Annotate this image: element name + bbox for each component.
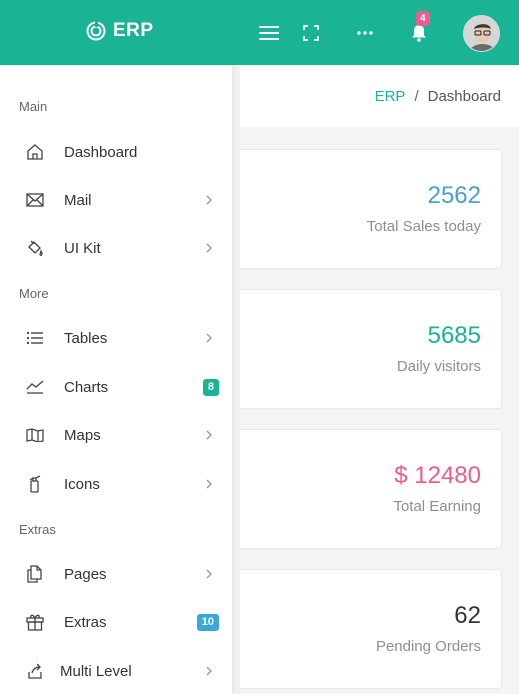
sidebar-item-pages[interactable]: Pages bbox=[0, 554, 232, 594]
stat-value: 62 bbox=[454, 602, 481, 629]
stat-value: 5685 bbox=[427, 322, 481, 349]
stat-card-pending-orders: 62 Pending Orders bbox=[200, 569, 502, 689]
gift-icon bbox=[25, 612, 45, 632]
chevron-right-icon bbox=[206, 243, 216, 253]
section-title-main: Main bbox=[19, 99, 48, 114]
sidebar-item-label: Dashboard bbox=[64, 143, 138, 161]
line-chart-icon bbox=[25, 377, 45, 397]
breadcrumb-link-erp[interactable]: ERP bbox=[375, 88, 406, 105]
chevron-right-icon bbox=[206, 666, 216, 676]
stat-value: 2562 bbox=[427, 182, 481, 209]
breadcrumb: ERP / Dashboard bbox=[375, 88, 501, 105]
more-icon[interactable] bbox=[352, 20, 378, 46]
sidebar-item-maps[interactable]: Maps bbox=[0, 415, 232, 455]
sidebar-item-extras[interactable]: Extras 10 bbox=[0, 602, 232, 642]
sidebar-item-label: Pages bbox=[64, 565, 107, 583]
chevron-right-icon bbox=[206, 333, 216, 343]
sidebar-item-multi-level[interactable]: Multi Level bbox=[0, 651, 232, 691]
menu-icon[interactable] bbox=[256, 20, 282, 46]
logo-icon bbox=[86, 21, 106, 41]
sidebar-item-label: Charts bbox=[64, 378, 109, 396]
sidebar-item-label: Multi Level bbox=[60, 662, 132, 680]
sidebar-item-label: UI Kit bbox=[64, 239, 101, 257]
sidebar-scrollbar[interactable] bbox=[232, 65, 240, 694]
home-icon bbox=[25, 142, 45, 162]
stat-value: $ 12480 bbox=[394, 462, 481, 489]
envelope-icon bbox=[25, 190, 45, 210]
list-icon bbox=[25, 328, 45, 348]
stat-label: Total Sales today bbox=[366, 218, 481, 235]
sidebar-item-label: Icons bbox=[64, 475, 100, 493]
stat-card-total-earning: $ 12480 Total Earning bbox=[200, 429, 502, 549]
share-icon bbox=[25, 661, 45, 681]
charts-count-badge: 8 bbox=[202, 378, 219, 396]
chevron-right-icon bbox=[206, 569, 216, 579]
section-title-more: More bbox=[19, 286, 49, 301]
notification-badge: 4 bbox=[416, 11, 430, 26]
fullscreen-icon[interactable] bbox=[298, 20, 324, 46]
extinguisher-icon bbox=[25, 474, 45, 494]
sidebar-item-mail[interactable]: Mail bbox=[0, 180, 232, 220]
stat-card-total-sales: 2562 Total Sales today bbox=[200, 149, 502, 269]
breadcrumb-separator: / bbox=[414, 88, 419, 105]
chevron-right-icon bbox=[206, 430, 216, 440]
avatar[interactable] bbox=[463, 15, 500, 52]
sidebar-item-icons[interactable]: Icons bbox=[0, 464, 232, 504]
extras-count-badge: 10 bbox=[196, 613, 219, 631]
chevron-right-icon bbox=[206, 195, 216, 205]
sidebar-item-label: Tables bbox=[64, 329, 108, 347]
sidebar-item-ui-kit[interactable]: UI Kit bbox=[0, 228, 232, 268]
sidebar-item-label: Mail bbox=[64, 191, 92, 209]
sidebar-item-charts[interactable]: Charts 8 bbox=[0, 367, 232, 407]
section-title-extras: Extras bbox=[19, 522, 56, 537]
brand-name: ERP bbox=[113, 20, 154, 41]
sidebar-item-label: Maps bbox=[64, 426, 101, 444]
map-icon bbox=[25, 425, 45, 445]
paint-bucket-icon bbox=[25, 238, 45, 258]
sidebar-item-dashboard[interactable]: Dashboard bbox=[0, 132, 232, 172]
stat-label: Daily visitors bbox=[396, 358, 481, 375]
pages-icon bbox=[25, 564, 45, 584]
brand[interactable]: ERP bbox=[86, 20, 154, 42]
sidebar-item-label: Extras bbox=[64, 613, 107, 631]
sidebar-item-tables[interactable]: Tables bbox=[0, 318, 232, 358]
stat-label: Total Earning bbox=[393, 498, 481, 515]
breadcrumb-current: Dashboard bbox=[427, 88, 501, 105]
chevron-right-icon bbox=[206, 479, 216, 489]
top-navbar: ERP 4 bbox=[0, 0, 519, 65]
stat-card-daily-visitors: 5685 Daily visitors bbox=[200, 289, 502, 409]
stat-label: Pending Orders bbox=[375, 638, 481, 655]
